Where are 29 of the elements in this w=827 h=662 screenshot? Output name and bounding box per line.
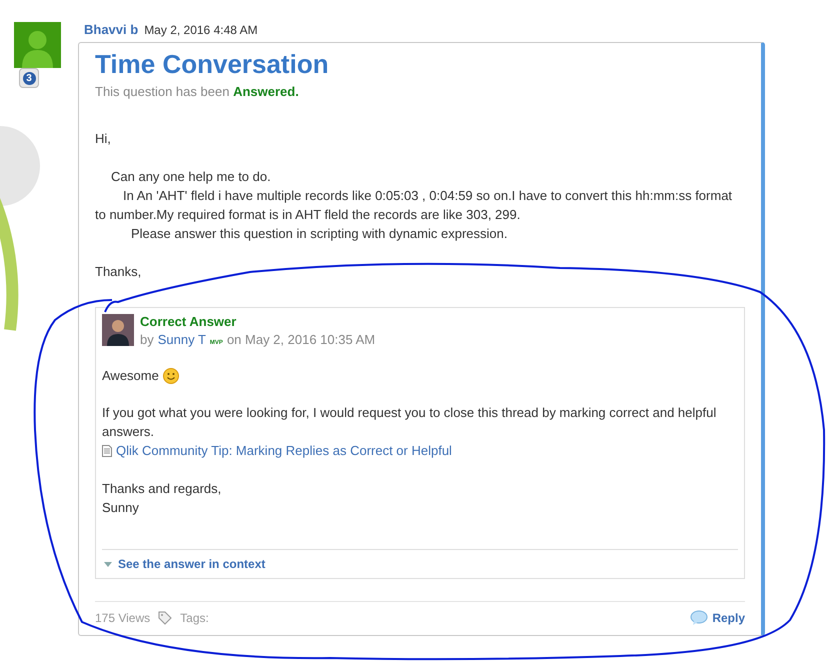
question-text: In An 'AHT' fleld i have multiple records like 0:05:03 , 0:04:59 so on.I have to convert this hh:mm:ss format to number.My required format is in AHT fleld the records are like 303, 299. bbox=[95, 187, 734, 224]
question-text: Thanks, bbox=[95, 263, 142, 281]
document-icon bbox=[102, 444, 112, 456]
closing-text: Sunny bbox=[102, 499, 140, 517]
tag-icon bbox=[158, 610, 172, 624]
byline-text: by bbox=[140, 332, 154, 347]
caret-icon bbox=[104, 562, 112, 566]
user-avatar-icon[interactable] bbox=[102, 314, 134, 346]
answered-status: This question has been Answered. bbox=[95, 84, 300, 99]
view-count: 175 Views bbox=[95, 610, 150, 624]
answer-greeting: Awesome bbox=[102, 367, 159, 385]
question-text: Hi, bbox=[95, 130, 112, 148]
answer-context-link[interactable]: See the answer in context bbox=[102, 549, 738, 578]
author-link[interactable]: Bhavvi b bbox=[84, 22, 138, 37]
question-text: Can any one help me to do. bbox=[110, 168, 272, 186]
rank-badge: 3 bbox=[19, 68, 39, 88]
tags-label: Tags: bbox=[180, 610, 209, 624]
author-link[interactable]: Sunny T bbox=[158, 332, 206, 347]
smiley-icon bbox=[162, 368, 179, 384]
reply-button[interactable]: Reply bbox=[690, 610, 745, 625]
tip-link[interactable]: Qlik Community Tip: Marking Replies as Correct or Helpful bbox=[116, 441, 452, 460]
answer-date: on May 2, 2016 10:35 AM bbox=[226, 332, 376, 347]
question-title: Time Conversation bbox=[95, 49, 330, 80]
question-text: Please answer this question in scripting with dynamic expression. bbox=[130, 225, 508, 243]
speech-bubble-icon bbox=[690, 610, 708, 625]
post-date: May 2, 2016 4:48 AM bbox=[144, 23, 258, 37]
answer-text: If you got what you were looking for, I would request you to close this thread by marking correct and helpful answers. bbox=[102, 404, 718, 441]
correct-answer-heading: Correct Answer bbox=[140, 314, 238, 329]
closing-text: Thanks and regards, bbox=[102, 480, 222, 498]
